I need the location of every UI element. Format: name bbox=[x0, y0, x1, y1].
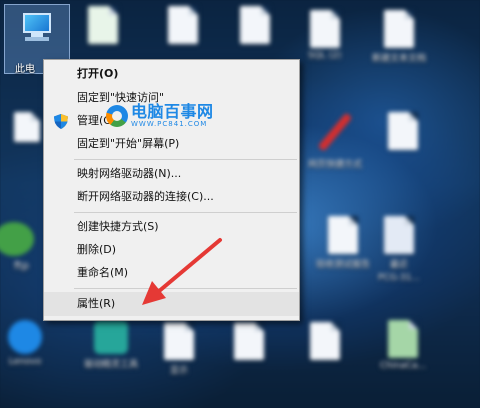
arrow-head bbox=[142, 281, 166, 305]
arrow-shaft bbox=[156, 238, 222, 294]
annotation-arrow bbox=[142, 238, 222, 305]
